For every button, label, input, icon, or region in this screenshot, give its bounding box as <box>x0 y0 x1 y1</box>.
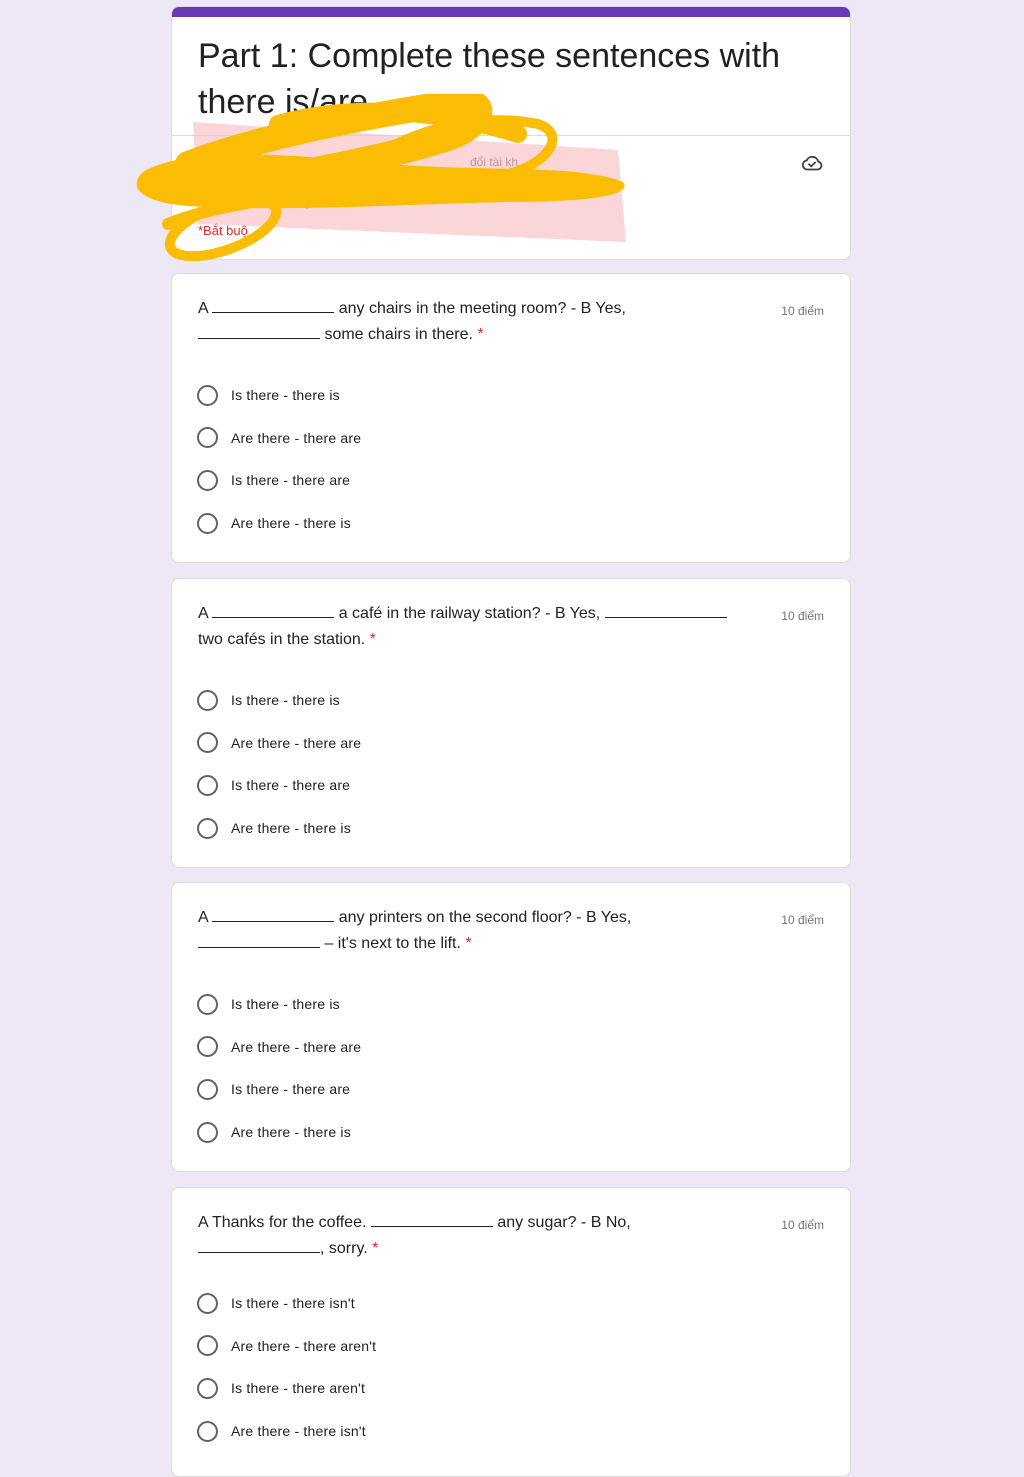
answer-blank <box>198 324 320 339</box>
option-label: Are there - there are <box>231 734 362 751</box>
radio-button[interactable] <box>197 689 218 711</box>
radio-option[interactable]: Is there - there isn't <box>197 1282 376 1325</box>
radio-button[interactable] <box>197 774 218 796</box>
radio-button[interactable] <box>197 1121 218 1143</box>
question-text: A any chairs in the meeting room? - B Ye… <box>198 298 626 343</box>
radio-option[interactable]: Is there - there is <box>197 983 361 1026</box>
radio-option[interactable]: Are there - there is <box>197 1111 361 1154</box>
radio-button[interactable] <box>197 1036 218 1058</box>
required-asterisk: * <box>369 631 376 648</box>
form-header-card: Part 1: Complete these sentences with th… <box>171 6 851 260</box>
radio-group: Is there - there isn't Are there - there… <box>197 1282 376 1452</box>
option-label: Are there - there are <box>231 429 362 446</box>
question-card: A Thanks for the coffee. any sugar? - B … <box>171 1187 851 1477</box>
radio-group: Is there - there is Are there - there ar… <box>197 983 361 1153</box>
radio-button[interactable] <box>197 1377 218 1399</box>
radio-button[interactable] <box>197 384 218 406</box>
cloud-check-icon[interactable] <box>800 151 824 175</box>
radio-option[interactable]: Is there - there are <box>197 1068 361 1111</box>
required-indicator-note: *Bắt buộ <box>198 223 248 238</box>
required-asterisk: * <box>372 1240 379 1257</box>
option-label: Is there - there is <box>231 692 340 709</box>
option-label: Are there - there is <box>231 515 351 532</box>
radio-button[interactable] <box>197 1335 218 1357</box>
radio-button[interactable] <box>197 427 218 449</box>
question-text: A Thanks for the coffee. any sugar? - B … <box>198 1212 631 1257</box>
answer-blank <box>212 907 335 922</box>
option-label: Is there - there is <box>231 387 340 404</box>
radio-button[interactable] <box>197 817 218 839</box>
option-label: Is there - there are <box>231 1081 351 1098</box>
form-title: Part 1: Complete these sentences with th… <box>198 37 781 121</box>
question-card: A a café in the railway station? - B Yes… <box>171 578 851 868</box>
radio-button[interactable] <box>197 1292 218 1314</box>
answer-blank <box>198 933 320 948</box>
radio-option[interactable]: Are there - there aren't <box>197 1325 376 1368</box>
answer-blank <box>212 603 335 618</box>
option-label: Are there - there is <box>231 820 351 837</box>
radio-option[interactable]: Are there - there is <box>197 502 361 545</box>
radio-option[interactable]: Is there - there is <box>197 679 361 722</box>
radio-option[interactable]: Are there - there is <box>197 807 361 850</box>
required-asterisk: * <box>465 935 472 952</box>
answer-blank <box>370 1212 493 1227</box>
option-label: Are there - there are <box>231 1038 362 1055</box>
radio-button[interactable] <box>197 1420 218 1442</box>
radio-button[interactable] <box>197 732 218 754</box>
option-label: Is there - there isn't <box>231 1295 355 1312</box>
radio-button[interactable] <box>197 469 218 491</box>
answer-blank <box>212 298 335 313</box>
radio-option[interactable]: Are there - there are <box>197 1026 361 1069</box>
option-label: Is there - there aren't <box>231 1380 366 1397</box>
option-label: Are there - there aren't <box>231 1337 377 1354</box>
radio-option[interactable]: Is there - there aren't <box>197 1367 376 1410</box>
radio-button[interactable] <box>197 512 218 534</box>
radio-option[interactable]: Is there - there is <box>197 374 361 417</box>
option-label: Is there - there is <box>231 996 340 1013</box>
points-label: 10 điểm <box>781 1218 824 1232</box>
option-label: Are there - there is <box>231 1124 351 1141</box>
option-label: Are there - there isn't <box>231 1423 366 1440</box>
radio-button[interactable] <box>197 1078 218 1100</box>
radio-option[interactable]: Are there - there are <box>197 722 361 765</box>
points-label: 10 điểm <box>781 913 824 927</box>
radio-option[interactable]: Is there - there are <box>197 459 361 502</box>
question-text: A any printers on the second floor? - B … <box>198 907 632 952</box>
required-asterisk: * <box>477 326 484 343</box>
option-label: Is there - there are <box>231 777 351 794</box>
answer-blank <box>198 1238 320 1253</box>
radio-group: Is there - there is Are there - there ar… <box>197 374 361 544</box>
account-switch-link[interactable]: đổi tài kh <box>470 155 518 169</box>
points-label: 10 điểm <box>781 304 824 318</box>
radio-option[interactable]: Is there - there are <box>197 764 361 807</box>
question-card: A any chairs in the meeting room? - B Ye… <box>171 273 851 563</box>
radio-button[interactable] <box>197 993 218 1015</box>
option-label: Is there - there are <box>231 472 351 489</box>
email-recorded-note: được ghi <box>272 195 320 209</box>
header-accent-bar <box>172 7 850 17</box>
radio-option[interactable]: Are there - there isn't <box>197 1410 376 1453</box>
question-card: A any printers on the second floor? - B … <box>171 882 851 1172</box>
header-divider <box>172 135 850 136</box>
radio-group: Is there - there is Are there - there ar… <box>197 679 361 849</box>
answer-blank <box>604 603 727 618</box>
radio-option[interactable]: Are there - there are <box>197 417 361 460</box>
points-label: 10 điểm <box>781 609 824 623</box>
question-text: A a café in the railway station? - B Yes… <box>198 601 758 653</box>
